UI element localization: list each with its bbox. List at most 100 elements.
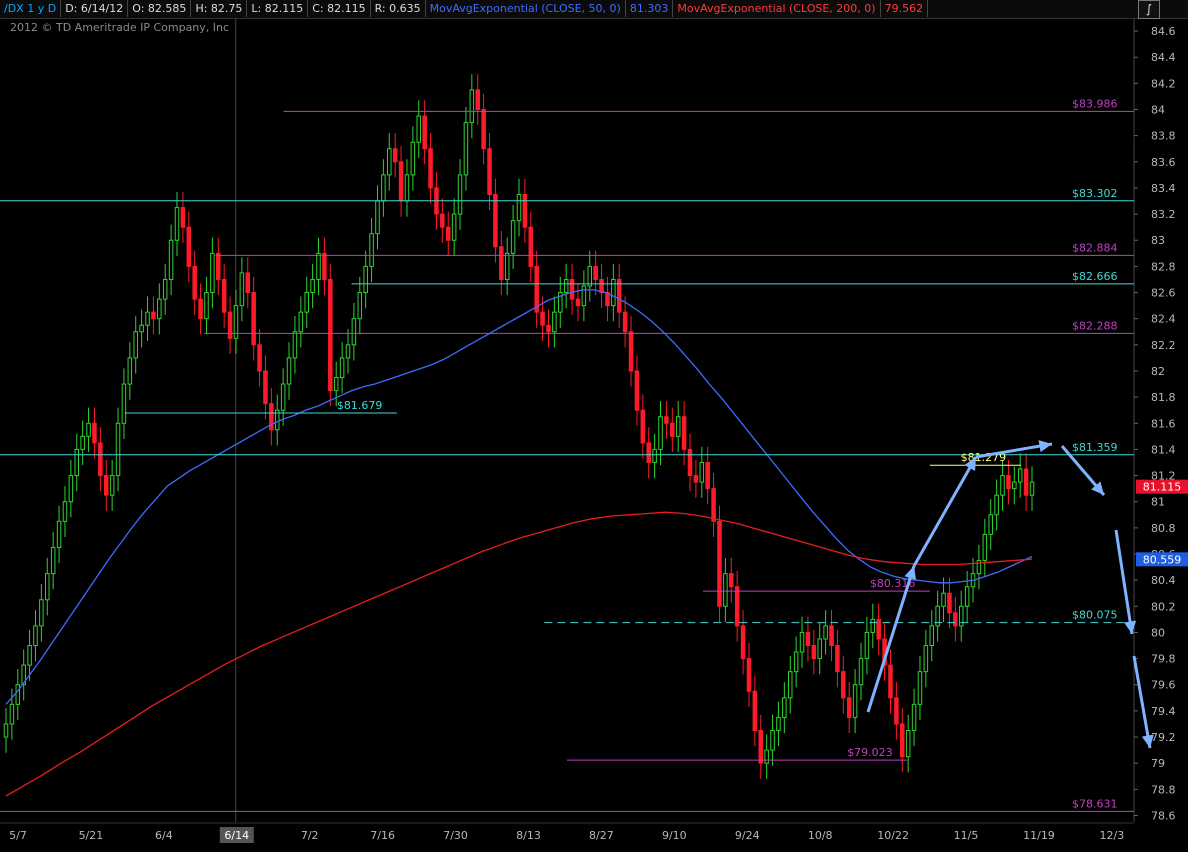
price-tick-label: 80.8 [1151,522,1176,535]
price-level-label: $83.302 [1072,187,1118,200]
candle-body [670,422,675,437]
price-tick-label: 80 [1151,626,1165,639]
candle-body [628,331,634,372]
candle-body [1006,475,1011,490]
candle-body [422,115,427,150]
candle-body [375,200,380,235]
candle-body [392,148,398,163]
price-tick-label: 80.2 [1151,600,1176,613]
candle-body [852,684,858,718]
candle-body [764,749,769,764]
candle-body [216,252,221,280]
time-tick-label: 11/5 [954,829,979,842]
candle-body [752,690,758,731]
price-tick-label: 82 [1151,365,1165,378]
candle-body [829,625,834,647]
price-tick-label: 80.4 [1151,574,1176,587]
candle-body [817,638,822,660]
price-level-label: $79.023 [847,746,893,759]
candle-body [888,664,893,699]
candle-body [469,89,475,124]
price-level-label: $78.631 [1072,797,1118,810]
price-tick-label: 83.4 [1151,182,1176,195]
candle-body [263,370,268,405]
candle-body [416,115,422,143]
candle-body [740,625,746,660]
candle-body [569,278,575,300]
candle-body [646,442,651,463]
candle-body [198,298,203,320]
candle-body [894,697,899,725]
candle-body [723,573,728,607]
price-tick-label: 83 [1151,234,1165,247]
price-badge-label: 81.115 [1143,481,1182,494]
price-tick-label: 79.4 [1151,705,1176,718]
candle-body [210,252,215,294]
candle-body [729,573,734,588]
candle-body [510,220,516,254]
candle-body [681,416,687,450]
candle-body [103,475,109,496]
candle-body [487,148,492,195]
candle-body [27,645,32,666]
candle-body [504,252,510,280]
candle-body [304,292,309,313]
candle-body [404,174,410,202]
candle-body [351,318,357,346]
candle-body [787,671,793,699]
time-tick-label: 8/27 [589,829,614,842]
candle-body [823,625,828,640]
ema50-line [5,289,1033,705]
price-tick-label: 84.2 [1151,77,1176,90]
time-tick-label: 12/3 [1100,829,1125,842]
candle-body [440,213,445,228]
candle-body [516,193,522,222]
candle-body [717,520,722,607]
candle-body [864,631,870,660]
price-level-label: $82.884 [1072,241,1118,254]
candle-body [3,723,9,738]
price-tick-label: 82.2 [1151,339,1176,352]
price-level-label: $81.679 [337,399,383,412]
candle-body [62,501,68,522]
candle-body [227,311,233,339]
candle-body [1012,481,1017,490]
candle-body [162,278,168,300]
price-tick-label: 78.8 [1151,783,1176,796]
time-tick-label: 7/16 [370,829,395,842]
candle-body [168,239,174,280]
candle-body [982,533,988,562]
price-level-label: $80.075 [1072,609,1118,622]
candle-body [121,383,127,424]
candle-body [133,331,138,359]
price-chart[interactable]: 78.678.87979.279.479.679.88080.280.480.6… [0,0,1188,852]
price-tick-label: 81 [1151,496,1165,509]
candle-body [186,226,192,267]
annotation-arrow-line [912,456,978,567]
candle-body [793,651,799,673]
candle-body [298,311,304,333]
price-level-label: $82.288 [1072,319,1118,332]
price-tick-label: 82.6 [1151,287,1176,300]
candle-body [652,448,657,463]
candle-body [587,265,593,287]
candle-body [328,278,333,392]
candle-body [900,723,905,758]
candle-body [174,207,180,241]
candle-body [1017,468,1023,483]
candle-body [870,618,876,633]
candle-body [858,658,864,686]
price-tick-label: 82.4 [1151,313,1176,326]
candle-body [475,89,480,111]
candle-body [563,278,569,294]
candle-body [39,599,44,627]
candle-body [929,625,935,647]
candle-body [611,278,616,307]
candle-body [746,658,752,692]
candle-body [204,292,209,320]
price-tick-label: 84.6 [1151,25,1176,38]
candle-body [157,298,162,320]
candle-body [68,475,74,503]
candle-body [599,278,604,294]
price-tick-label: 81.8 [1151,391,1176,404]
